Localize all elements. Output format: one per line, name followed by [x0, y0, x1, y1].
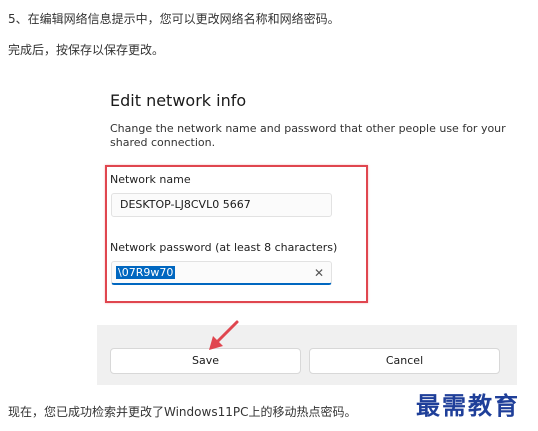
highlight-box [105, 165, 368, 303]
dialog-body: Edit network info Change the network nam… [97, 80, 517, 325]
edit-network-dialog: Edit network info Change the network nam… [97, 80, 517, 385]
watermark: 最需教育 [416, 391, 520, 420]
cancel-button[interactable]: Cancel [309, 348, 500, 374]
step-instruction: 5、在编辑网络信息提示中，您可以更改网络名称和网络密码。 [8, 12, 340, 26]
dialog-description: Change the network name and password tha… [110, 122, 506, 149]
done-instruction: 完成后，按保存以保存更改。 [8, 43, 165, 57]
result-instruction: 现在，您已成功检索并更改了Windows11PC上的移动热点密码。 [8, 405, 357, 419]
pointer-arrow-icon [209, 320, 239, 350]
dialog-title: Edit network info [110, 91, 247, 110]
